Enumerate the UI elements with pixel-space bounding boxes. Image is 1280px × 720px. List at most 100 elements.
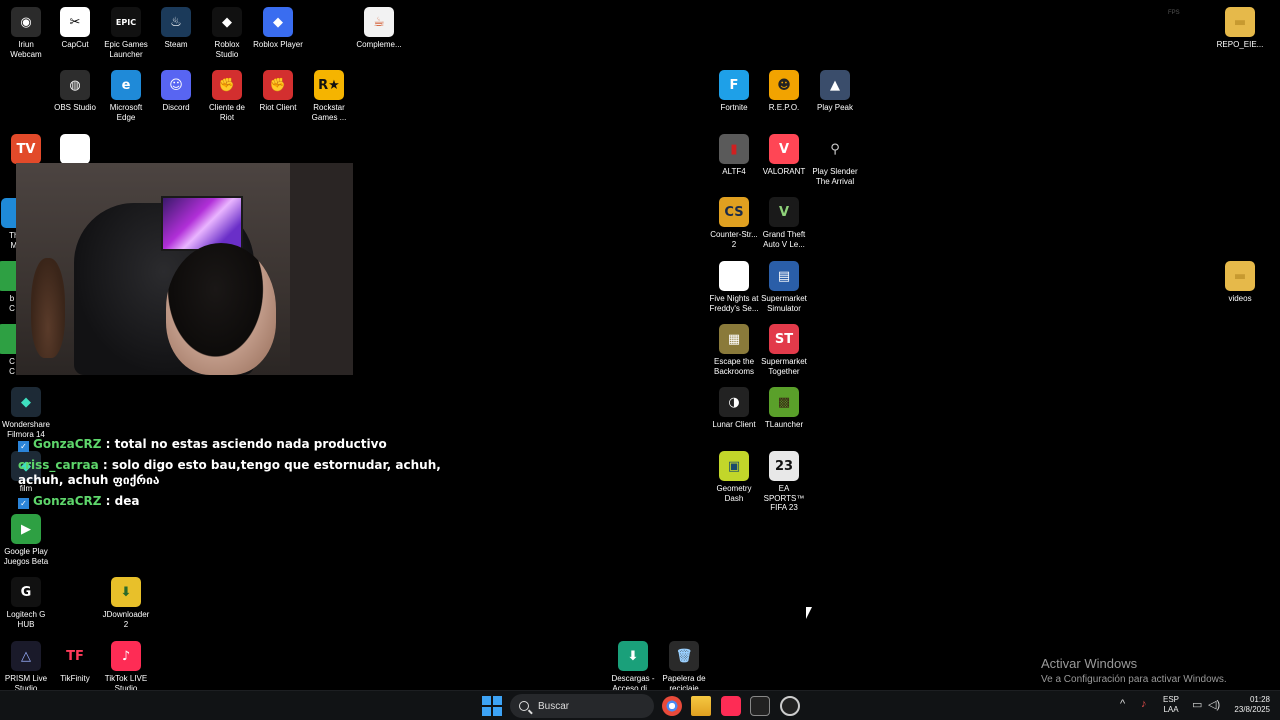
desktop-icon-descargas[interactable]: ⬇ Descargas - Acceso di...	[607, 638, 659, 693]
chrome-icon[interactable]	[662, 696, 682, 716]
desktop-icon-play-peak[interactable]: ▲ Play Peak	[809, 67, 861, 113]
desktop-icon-jdownloader[interactable]: ⬇ JDownloader 2	[100, 574, 152, 629]
blank-file-icon	[60, 134, 90, 164]
desktop-icon-label: Supermarket Simulator	[761, 294, 807, 313]
desktop-icon-repo-folder[interactable]: ▬ REPO_EIE...	[1214, 4, 1266, 50]
volume-icon[interactable]: ◁)	[1208, 698, 1220, 711]
language-indicator[interactable]: ESP LAA	[1163, 695, 1179, 715]
desktop-icon-tiktok-live-studio[interactable]: ♪ TikTok LIVE Studio	[100, 638, 152, 693]
desktop: ◉ Iriun Webcam ✂ CapCut EPIC Epic Games Launc…	[0, 0, 1280, 693]
desktop-icon-label: Compleme...	[356, 40, 402, 49]
desktop-icon-ea-fifa[interactable]: 23 EA SPORTS™ FIFA 23	[758, 448, 810, 513]
lang-line2: LAA	[1163, 705, 1179, 714]
desktop-icon-altf4[interactable]: ▮ ALTF4	[708, 131, 760, 177]
desktop-icon-epic-games-launcher[interactable]: EPIC Epic Games Launcher	[100, 4, 152, 59]
desktop-icon-label: Cliente de Riot	[208, 103, 246, 122]
desktop-icon-logitech-g-hub[interactable]: G Logitech G HUB	[0, 574, 52, 629]
desktop-icon-label: Roblox Studio	[214, 40, 240, 59]
counter-strike-icon: CS	[719, 197, 749, 227]
desktop-icon-lunar-client[interactable]: ◑ Lunar Client	[708, 384, 760, 430]
desktop-icon-rockstar-games[interactable]: R★ Rockstar Games ...	[303, 67, 355, 122]
desktop-icon-iriun-webcam[interactable]: ◉ Iriun Webcam	[0, 4, 52, 59]
tiktok-live-studio-icon: ♪	[111, 641, 141, 671]
desktop-icon-label: Lunar Client	[712, 420, 756, 429]
desktop-icon-label: OBS Studio	[54, 103, 96, 112]
supermarket-together-icon: ST	[769, 324, 799, 354]
start-button[interactable]	[482, 696, 502, 716]
desktop-icon-prism-live[interactable]: △ PRISM Live Studio	[0, 638, 52, 693]
prism-live-icon: △	[11, 641, 41, 671]
desktop-icon-label: Google Play Juegos Beta	[3, 547, 49, 566]
network-icon[interactable]: ▭	[1192, 698, 1202, 711]
chat-message: ✓ GonzaCRZ : total no estas asciendo nada…	[18, 437, 458, 452]
desktop-icon-compleme[interactable]: ☕ Compleme...	[353, 4, 405, 50]
lunar-client-icon: ◑	[719, 387, 749, 417]
desktop-icon-riot-client[interactable]: ✊ Riot Client	[252, 67, 304, 113]
desktop-icon-label: Play Peak	[816, 103, 854, 112]
obs-taskbar-icon[interactable]	[780, 696, 800, 716]
desktop-icon-valorant[interactable]: V VALORANT	[758, 131, 810, 177]
desktop-icon-roblox-studio[interactable]: ◆ Roblox Studio	[201, 4, 253, 59]
chat-badge-icon: ✓	[18, 441, 29, 452]
altf4-icon: ▮	[719, 134, 749, 164]
windows-logo-icon	[482, 696, 491, 705]
desktop-icon-escape-backrooms[interactable]: ▦ Escape the Backrooms	[708, 321, 760, 376]
desktop-icon-papelera[interactable]: 🗑 Papelera de reciclaje	[658, 638, 710, 693]
tiktok-icon[interactable]	[721, 696, 741, 716]
windows-logo-icon	[493, 696, 502, 705]
papelera-icon: 🗑	[669, 641, 699, 671]
desktop-icon-label: Logitech G HUB	[6, 610, 46, 629]
clock[interactable]: 01:28 23/8/2025	[1228, 695, 1270, 715]
desktop-icon-gta-v[interactable]: V Grand Theft Auto V Le...	[758, 194, 810, 249]
epic-games-launcher-icon: EPIC	[111, 7, 141, 37]
desktop-icon-label: Supermarket Together	[761, 357, 807, 376]
ea-fifa-icon: 23	[769, 451, 799, 481]
desktop-icon-capcut[interactable]: ✂ CapCut	[49, 4, 101, 50]
supermarket-simulator-icon: ▤	[769, 261, 799, 291]
desktop-icon-supermarket-together[interactable]: ST Supermarket Together	[758, 321, 810, 376]
desktop-icon-label: Play Slender The Arrival	[812, 167, 858, 186]
taskbar-search[interactable]: Buscar	[510, 694, 654, 718]
desktop-icon-microsoft-edge[interactable]: e Microsoft Edge	[100, 67, 152, 122]
webcam-person	[166, 243, 276, 375]
riot-client-icon: ✊	[263, 70, 293, 100]
desktop-icon-tikfinity[interactable]: TF TikFinity	[49, 638, 101, 684]
desktop-icon-discord[interactable]: ☺ Discord	[150, 67, 202, 113]
windows-logo-icon	[493, 707, 502, 716]
desktop-icon-geometry-dash[interactable]: ▣ Geometry Dash	[708, 448, 760, 503]
omegle-tv-icon: TV	[11, 134, 41, 164]
desktop-icon-play-slender[interactable]: ⚲ Play Slender The Arrival	[809, 131, 861, 186]
desktop-icon-tlauncher[interactable]: ▩ TLauncher	[758, 384, 810, 430]
desktop-icon-counter-strike[interactable]: CS Counter-Str... 2	[708, 194, 760, 249]
cliente-de-riot-icon: ✊	[212, 70, 242, 100]
desktop-icon-google-play-games[interactable]: ▶ Google Play Juegos Beta	[0, 511, 52, 566]
desktop-icon-cliente-de-riot[interactable]: ✊ Cliente de Riot	[201, 67, 253, 122]
desktop-icon-videos-folder[interactable]: ▬ videos	[1214, 258, 1266, 304]
desktop-icon-label: REPO_EIE...	[1216, 40, 1264, 49]
desktop-icon-label: Fortnite	[720, 103, 748, 112]
desktop-icon-supermarket-simulator[interactable]: ▤ Supermarket Simulator	[758, 258, 810, 313]
desktop-icon-repo[interactable]: ☻ R.E.P.O.	[758, 67, 810, 113]
desktop-icon-label: JDownloader 2	[102, 610, 150, 629]
mouse-cursor-icon	[806, 607, 812, 619]
steam-icon: ♨	[161, 7, 191, 37]
desktop-icon-roblox-player[interactable]: ◆ Roblox Player	[252, 4, 304, 50]
clock-time: 01:28	[1249, 695, 1270, 704]
tikfinity-icon: TF	[60, 641, 90, 671]
desktop-icon-fnaf[interactable]: Five Nights at Freddy's Se...	[708, 258, 760, 313]
lunar-client-taskbar-icon[interactable]	[750, 696, 770, 716]
desktop-icon-fortnite[interactable]: F Fortnite	[708, 67, 760, 113]
chevron-up-icon[interactable]: ^	[1120, 698, 1125, 710]
descargas-icon: ⬇	[618, 641, 648, 671]
file-explorer-icon[interactable]	[691, 696, 711, 716]
rockstar-games-icon: R★	[314, 70, 344, 100]
chat-username: GonzaCRZ	[33, 437, 102, 451]
watermark-subtitle: Ve a Configuración para activar Windows.	[1041, 674, 1227, 685]
desktop-icon-wondershare-filmora[interactable]: ◆ Wondershare Filmora 14	[0, 384, 52, 439]
desktop-icon-blank-file[interactable]	[49, 131, 101, 167]
desktop-icon-obs-studio[interactable]: ◍ OBS Studio	[49, 67, 101, 113]
desktop-icon-label: R.E.P.O.	[768, 103, 800, 112]
search-placeholder: Buscar	[538, 700, 570, 712]
desktop-icon-steam[interactable]: ♨ Steam	[150, 4, 202, 50]
microphone-icon[interactable]: ♪	[1141, 698, 1147, 710]
